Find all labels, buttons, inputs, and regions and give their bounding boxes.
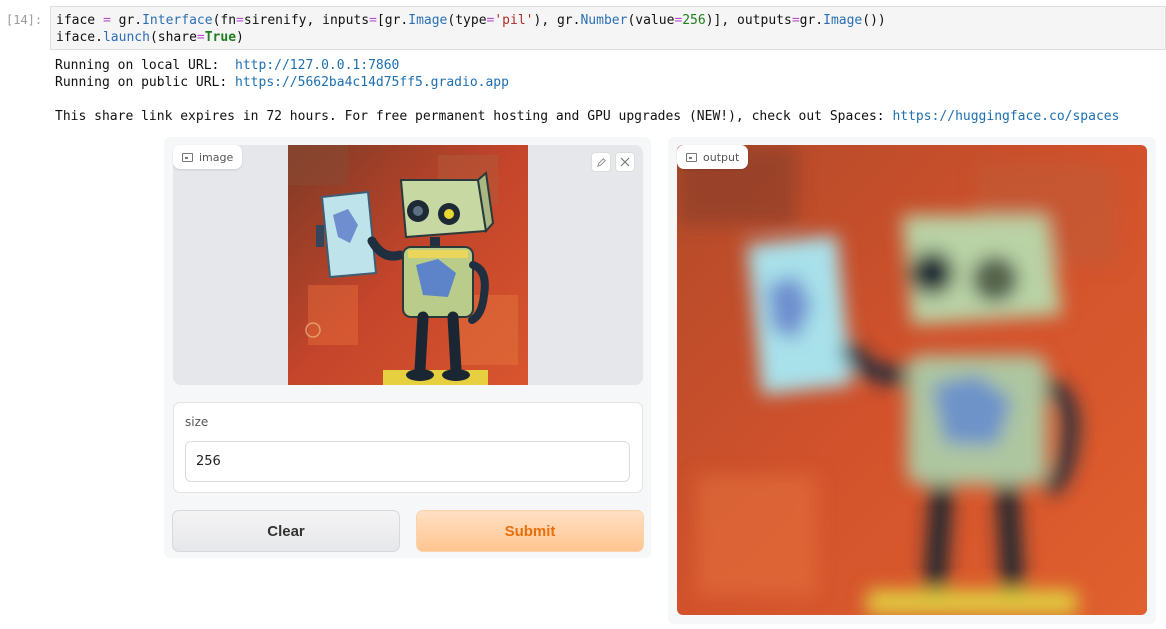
output-image-label-text: output [703, 150, 740, 164]
spaces-link[interactable]: https://huggingface.co/spaces [892, 109, 1119, 124]
code-line-2: iface.launch(share=True) [56, 29, 244, 46]
output-image-label: output [677, 145, 749, 169]
public-url-prefix: Running on public URL: [55, 75, 236, 90]
code-token: = [196, 30, 205, 45]
code-token: ()) [862, 13, 886, 28]
code-token: = [102, 13, 111, 28]
input-image-label-text: image [199, 150, 234, 164]
code-token: = [369, 13, 377, 28]
public-url-link[interactable]: https://5662ba4c14d75ff5.gradio.app [235, 75, 509, 90]
code-token: = [236, 13, 244, 28]
submit-button[interactable]: Submit [416, 510, 644, 552]
code-token: [gr. [376, 13, 409, 28]
local-url-link[interactable]: http://127.0.0.1:7860 [235, 58, 399, 73]
code-token: gr. [110, 13, 143, 28]
size-label: size [185, 415, 209, 429]
local-url-line: Running on local URL: http://127.0.0.1:7… [55, 58, 399, 73]
code-token: iface [56, 13, 103, 28]
code-token: Image [408, 13, 448, 28]
code-token: = [791, 13, 800, 28]
size-input[interactable]: 256 [185, 441, 630, 482]
local-url-prefix: Running on local URL: [55, 58, 236, 73]
code-token: (fn [212, 13, 237, 28]
code-line-1: iface = gr.Interface(fn=sirenify, inputs… [56, 12, 886, 29]
code-token: sirenify, inputs [243, 13, 370, 28]
code-token: Image [823, 13, 863, 28]
code-token: (value [627, 13, 675, 28]
code-token: ), gr. [533, 13, 581, 28]
pencil-icon[interactable] [591, 152, 611, 172]
code-token: ) [236, 30, 244, 45]
code-cell[interactable]: iface = gr.Interface(fn=sirenify, inputs… [50, 6, 1166, 50]
share-info-line: This share link expires in 72 hours. For… [55, 109, 1119, 124]
share-info-text: This share link expires in 72 hours. For… [55, 109, 893, 124]
code-token: True [204, 30, 237, 45]
cell-prompt: [14]: [6, 13, 43, 27]
input-robot-image [288, 145, 528, 385]
image-icon [686, 152, 697, 162]
input-image-label: image [173, 145, 243, 169]
code-token: 'pil' [494, 13, 534, 28]
output-image [677, 145, 1147, 615]
code-token: gr. [799, 13, 824, 28]
public-url-line: Running on public URL: https://5662ba4c1… [55, 75, 509, 90]
image-icon [182, 152, 193, 162]
close-icon[interactable] [615, 152, 635, 172]
code-token: launch [102, 30, 150, 45]
code-token: )], outputs [705, 13, 792, 28]
code-token: iface. [56, 30, 103, 45]
code-token: Interface [142, 13, 213, 28]
code-token: 256 [682, 13, 706, 28]
code-token: (share [149, 30, 197, 45]
clear-button[interactable]: Clear [172, 510, 400, 552]
code-token: (type [447, 13, 487, 28]
code-token: Number [580, 13, 628, 28]
